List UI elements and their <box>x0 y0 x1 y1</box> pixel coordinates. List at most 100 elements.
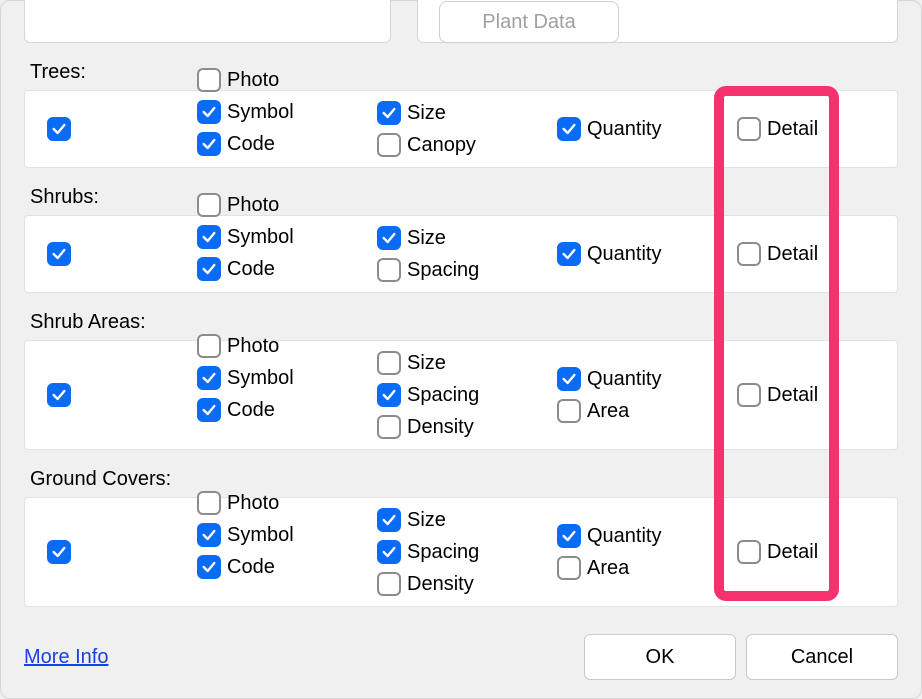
footer-buttons: OK Cancel <box>584 634 898 680</box>
checkbox-shrub-areas-code[interactable]: Code <box>197 396 377 424</box>
check-icon <box>561 528 577 544</box>
check-icon <box>201 261 217 277</box>
section-shrubs: Shrubs:PhotoSymbolCodeSizeSpacingQuantit… <box>24 186 898 293</box>
checkbox-label: Code <box>227 130 275 158</box>
check-icon <box>381 230 397 246</box>
checkbox-label: Detail <box>767 240 818 268</box>
checkbox-ground-covers-main[interactable] <box>47 540 71 564</box>
checkbox-box <box>737 540 761 564</box>
checkbox-ground-covers-detail[interactable]: Detail <box>737 538 818 566</box>
section-label-shrub-areas: Shrub Areas: <box>24 311 898 334</box>
checkbox-ground-covers-density[interactable]: Density <box>377 570 557 598</box>
section-ground-covers: Ground Covers:PhotoSymbolCodeSizeSpacing… <box>24 468 898 607</box>
checkbox-box <box>197 132 221 156</box>
plant-data-label: Plant Data <box>482 11 575 34</box>
checkbox-trees-main[interactable] <box>47 117 71 141</box>
checkbox-ground-covers-photo[interactable]: Photo <box>197 489 377 517</box>
checkbox-shrubs-code[interactable]: Code <box>197 255 377 283</box>
section-label-trees: Trees: <box>24 61 898 84</box>
checkbox-shrubs-quantity[interactable]: Quantity <box>557 240 727 268</box>
checkbox-label: Area <box>587 397 629 425</box>
checkbox-label: Spacing <box>407 381 479 409</box>
checkbox-label: Quantity <box>587 522 661 550</box>
checkbox-ground-covers-size[interactable]: Size <box>377 506 557 534</box>
checkbox-shrub-areas-photo[interactable]: Photo <box>197 332 377 360</box>
check-icon <box>51 544 67 560</box>
checkbox-trees-size[interactable]: Size <box>377 99 557 127</box>
checkbox-shrub-areas-size[interactable]: Size <box>377 349 557 377</box>
checkbox-ground-covers-code[interactable]: Code <box>197 553 377 581</box>
checkbox-ground-covers-spacing[interactable]: Spacing <box>377 538 557 566</box>
checkbox-box <box>737 383 761 407</box>
checkbox-label: Size <box>407 349 446 377</box>
checkbox-box <box>377 383 401 407</box>
checkbox-label: Detail <box>767 381 818 409</box>
checkbox-label: Code <box>227 553 275 581</box>
col-detail: Detail <box>727 115 887 143</box>
checkbox-shrubs-spacing[interactable]: Spacing <box>377 256 557 284</box>
checkbox-shrub-areas-area[interactable]: Area <box>557 397 727 425</box>
checkbox-trees-canopy[interactable]: Canopy <box>377 131 557 159</box>
dialog: Plant Data Trees:PhotoSymbolCodeSizeCano… <box>0 0 922 699</box>
checkbox-box <box>377 572 401 596</box>
section-trees: Trees:Photo Symbol Code Size Canopy Quantity D… <box>24 61 898 168</box>
checkbox-box <box>197 225 221 249</box>
checkbox-box <box>47 242 71 266</box>
checkbox-ground-covers-quantity[interactable]: Quantity <box>557 522 727 550</box>
checkbox-box <box>557 242 581 266</box>
checkbox-shrubs-size[interactable]: Size <box>377 224 557 252</box>
checkbox-box <box>197 398 221 422</box>
check-icon <box>381 105 397 121</box>
checkbox-shrub-areas-spacing[interactable]: Spacing <box>377 381 557 409</box>
checkbox-label: Density <box>407 413 474 441</box>
checkbox-shrub-areas-quantity[interactable]: Quantity <box>557 365 727 393</box>
checkbox-label: Quantity <box>587 240 661 268</box>
checkbox-label: Canopy <box>407 131 476 159</box>
checkbox-trees-photo[interactable]: Photo <box>197 66 377 94</box>
checkbox-box <box>377 101 401 125</box>
checkbox-ground-covers-area[interactable]: Area <box>557 554 727 582</box>
check-icon <box>561 371 577 387</box>
more-info-link[interactable]: More Info <box>24 646 108 669</box>
checkbox-label: Symbol <box>227 223 294 251</box>
checkbox-box <box>557 367 581 391</box>
col-main <box>35 242 197 266</box>
section-body-shrub-areas: PhotoSymbolCodeSizeSpacingDensityQuantit… <box>24 340 898 450</box>
cancel-button[interactable]: Cancel <box>746 634 898 680</box>
checkbox-label: Photo <box>227 332 279 360</box>
plant-data-button[interactable]: Plant Data <box>439 1 619 43</box>
checkbox-ground-covers-symbol[interactable]: Symbol <box>197 521 377 549</box>
check-icon <box>51 387 67 403</box>
checkbox-shrubs-main[interactable] <box>47 242 71 266</box>
checkbox-label: Area <box>587 554 629 582</box>
checkbox-label: Photo <box>227 191 279 219</box>
section-shrub-areas: Shrub Areas:Photo Symbol Code Size Spacing De… <box>24 311 898 450</box>
checkbox-trees-detail[interactable]: Detail <box>737 115 818 143</box>
checkbox-shrub-areas-detail[interactable]: Detail <box>737 381 818 409</box>
checkbox-label: Detail <box>767 538 818 566</box>
checkbox-box <box>737 242 761 266</box>
checkbox-shrubs-symbol[interactable]: Symbol <box>197 223 377 251</box>
check-icon <box>381 544 397 560</box>
col-size: Size Spacing Density <box>377 349 557 441</box>
checkbox-box <box>47 383 71 407</box>
ok-button[interactable]: OK <box>584 634 736 680</box>
checkbox-shrubs-detail[interactable]: Detail <box>737 240 818 268</box>
checkbox-label: Detail <box>767 115 818 143</box>
check-icon <box>201 559 217 575</box>
checkbox-trees-code[interactable]: Code <box>197 130 377 158</box>
checkbox-shrubs-photo[interactable]: Photo <box>197 191 377 219</box>
checkbox-box <box>377 226 401 250</box>
checkbox-box <box>737 117 761 141</box>
checkbox-trees-symbol[interactable]: Symbol <box>197 98 377 126</box>
checkbox-shrub-areas-main[interactable] <box>47 383 71 407</box>
checkbox-trees-quantity[interactable]: Quantity <box>557 115 727 143</box>
check-icon <box>381 387 397 403</box>
checkbox-box <box>197 491 221 515</box>
checkbox-label: Size <box>407 506 446 534</box>
col-qty: Quantity Area <box>557 522 727 582</box>
check-icon <box>201 229 217 245</box>
col-size: Size Spacing Density <box>377 506 557 598</box>
checkbox-shrub-areas-density[interactable]: Density <box>377 413 557 441</box>
checkbox-shrub-areas-symbol[interactable]: Symbol <box>197 364 377 392</box>
